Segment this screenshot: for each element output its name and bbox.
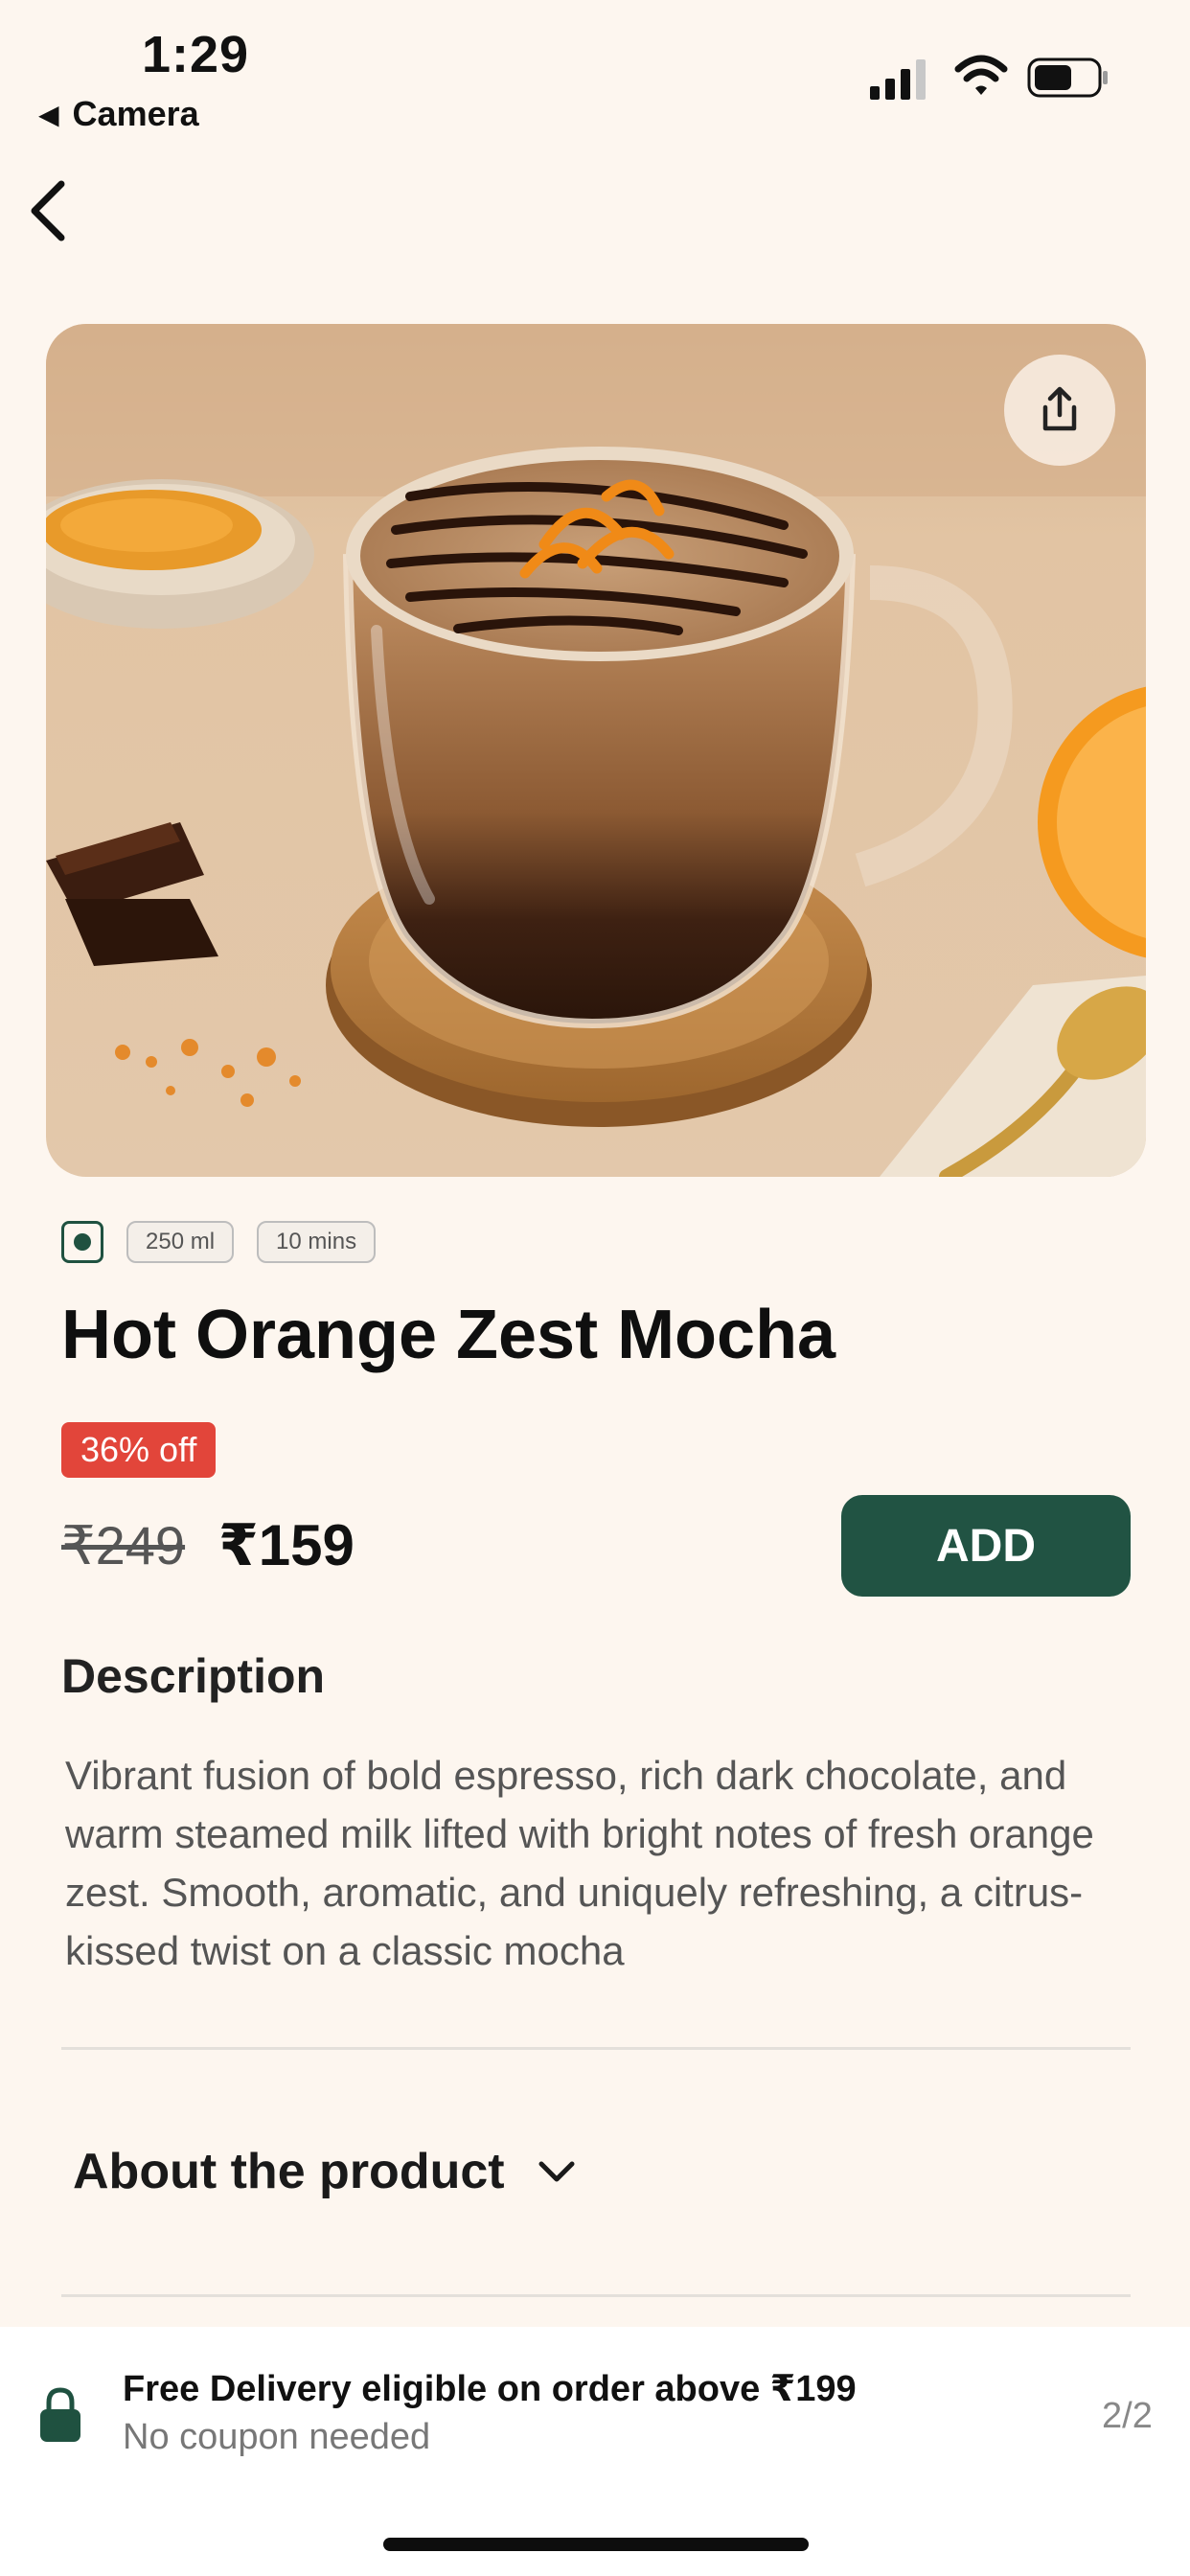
veg-indicator-icon <box>61 1221 103 1263</box>
about-product-label: About the product <box>73 2144 505 2199</box>
share-button[interactable] <box>1004 355 1115 466</box>
home-indicator[interactable] <box>383 2538 809 2551</box>
prep-time-chip: 10 mins <box>257 1221 377 1263</box>
divider <box>61 2047 1131 2050</box>
divider <box>61 2294 1131 2297</box>
delivery-title: Free Delivery eligible on order above ₹1… <box>123 2369 857 2409</box>
about-product-toggle[interactable]: About the product <box>73 2143 576 2200</box>
description-text: Vibrant fusion of bold espresso, rich da… <box>65 1753 1094 1973</box>
wifi-icon <box>954 55 1008 95</box>
back-to-camera-link[interactable]: ◀ Camera <box>38 94 199 134</box>
share-icon <box>1042 386 1077 431</box>
sale-price: ₹159 <box>218 1513 355 1577</box>
battery-icon <box>1027 58 1108 98</box>
description-heading: Description <box>61 1649 326 1703</box>
status-time: 1:29 <box>142 26 250 83</box>
add-to-cart-button[interactable]: ADD <box>841 1495 1131 1597</box>
back-triangle-icon: ◀ <box>38 99 59 129</box>
chevron-down-icon <box>538 2161 575 2182</box>
discount-badge: 36% off <box>61 1422 217 1478</box>
delivery-subtitle: No coupon needed <box>123 2417 431 2457</box>
banner-pager: 2/2 <box>1102 2396 1153 2436</box>
product-image <box>46 324 1146 1177</box>
volume-chip: 250 ml <box>126 1221 235 1263</box>
back-app-label: Camera <box>72 94 199 133</box>
back-arrow-icon[interactable] <box>21 174 75 247</box>
original-price: ₹249 <box>61 1515 186 1576</box>
product-title: Hot Orange Zest Mocha <box>61 1297 836 1373</box>
lock-icon <box>40 2387 80 2442</box>
product-tags: 250 ml 10 mins <box>61 1221 377 1263</box>
signal-icon <box>870 59 926 100</box>
status-bar: 1:29 ◀ Camera <box>0 0 1190 144</box>
